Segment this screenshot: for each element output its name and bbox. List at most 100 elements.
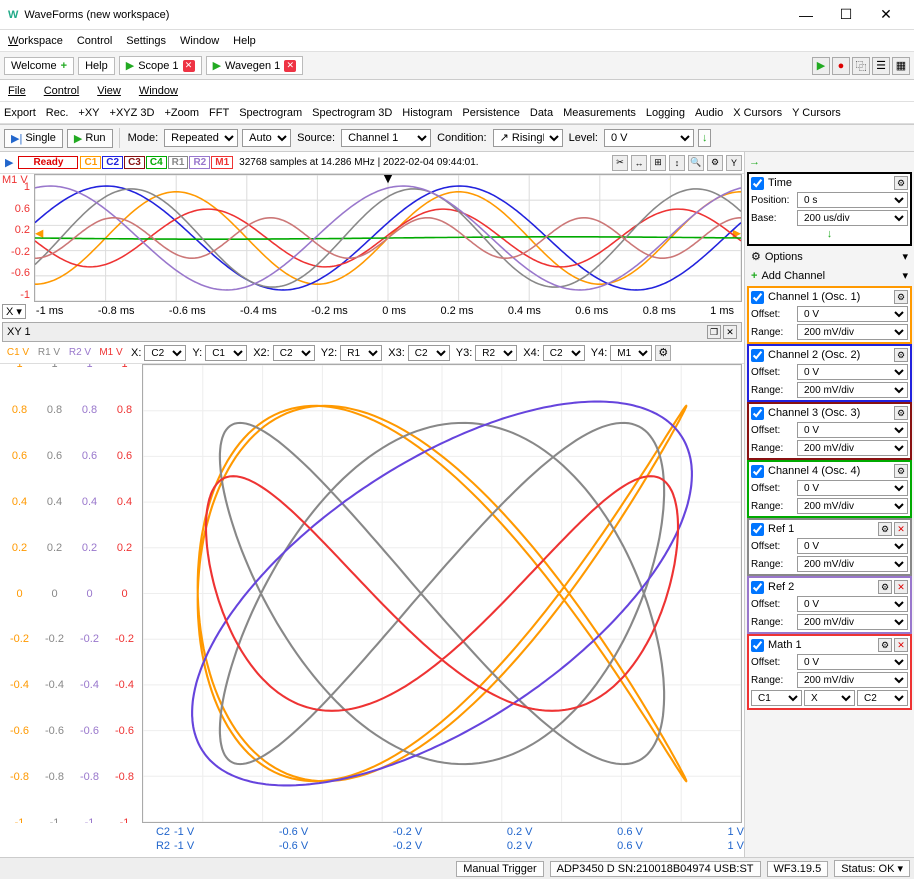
scope-plot[interactable] — [34, 174, 742, 302]
manual-trigger-button[interactable]: Manual Trigger — [456, 861, 543, 877]
c1-offset-select[interactable]: 0 V — [797, 306, 908, 322]
layout-button-3[interactable]: ▦ — [892, 57, 910, 75]
c4-checkbox[interactable] — [751, 465, 764, 478]
device-info[interactable]: ADP3450 D SN:210018B04974 USB:ST — [550, 861, 761, 877]
menu-settings[interactable]: Settings — [126, 35, 166, 47]
layout-button-2[interactable]: ☰ — [872, 57, 890, 75]
chip-m1[interactable]: M1 — [211, 156, 233, 169]
undock-icon[interactable]: ❐ — [707, 325, 721, 339]
condition-select[interactable]: ↗ RisingRising — [493, 129, 563, 147]
single-button[interactable]: ▶|Single — [4, 129, 63, 148]
close-button[interactable]: ✕ — [866, 6, 906, 23]
tool-rec[interactable]: Rec. — [46, 107, 69, 119]
xy-plot[interactable] — [142, 364, 742, 823]
r1-checkbox[interactable] — [751, 523, 764, 536]
c3-range-select[interactable]: 200 mV/div — [797, 440, 908, 456]
c4-range-select[interactable]: 200 mV/div — [797, 498, 908, 514]
tab-help[interactable]: Help — [78, 57, 115, 75]
level-select[interactable]: 0 V — [604, 129, 694, 147]
math-op[interactable]: X — [804, 690, 855, 706]
xy-x2-select[interactable]: C2 — [273, 345, 315, 361]
tool-icon-2[interactable]: ↔ — [631, 155, 647, 171]
r2-offset-select[interactable]: 0 V — [797, 596, 908, 612]
tool-audio[interactable]: Audio — [695, 107, 723, 119]
gear-icon[interactable]: ⚙ — [878, 638, 892, 652]
tool-measurements[interactable]: Measurements — [563, 107, 636, 119]
run-all-button[interactable]: ▶ — [812, 57, 830, 75]
close-icon[interactable]: ✕ — [894, 580, 908, 594]
tool-spectrogram3d[interactable]: Spectrogram 3D — [312, 107, 392, 119]
tool-logging[interactable]: Logging — [646, 107, 685, 119]
gear-icon[interactable]: ⚙ — [894, 406, 908, 420]
tool-export[interactable]: Export — [4, 107, 36, 119]
menu-control[interactable]: Control — [77, 35, 112, 47]
r1-range-select[interactable]: 200 mV/div — [797, 556, 908, 572]
chip-c1[interactable]: C1 — [80, 156, 101, 169]
y-toggle[interactable]: Y — [726, 155, 742, 171]
tool-data[interactable]: Data — [530, 107, 553, 119]
gear-icon[interactable]: ⚙ — [655, 345, 671, 361]
stop-all-button[interactable]: ● — [832, 57, 850, 75]
tool-histogram[interactable]: Histogram — [402, 107, 452, 119]
x-button[interactable]: X ▾ — [2, 304, 26, 319]
chip-r2[interactable]: R2 — [189, 156, 210, 169]
r1-offset-select[interactable]: 0 V — [797, 538, 908, 554]
down-arrow-icon[interactable]: ↓ — [751, 226, 908, 242]
math-op1[interactable]: C1 — [751, 690, 802, 706]
menu-window-2[interactable]: Window — [139, 85, 178, 97]
xy-x3-select[interactable]: C2 — [408, 345, 450, 361]
chip-c3[interactable]: C3 — [124, 156, 145, 169]
tool-spectrogram[interactable]: Spectrogram — [239, 107, 302, 119]
gear-icon[interactable]: ⚙ — [894, 176, 908, 190]
menu-file[interactable]: File — [8, 85, 26, 97]
maximize-button[interactable]: ☐ — [826, 6, 866, 23]
tool-persistence[interactable]: Persistence — [462, 107, 519, 119]
tool-ycursors[interactable]: Y Cursors — [792, 107, 841, 119]
minimize-button[interactable]: — — [786, 7, 826, 23]
tab-welcome[interactable]: Welcome+ — [4, 57, 74, 75]
tool-xy[interactable]: +XY — [78, 107, 99, 119]
c1-checkbox[interactable] — [751, 291, 764, 304]
chip-r1[interactable]: R1 — [168, 156, 189, 169]
mode-select[interactable]: Repeated — [164, 129, 238, 147]
chip-c4[interactable]: C4 — [146, 156, 167, 169]
xy-y-select[interactable]: C1 — [205, 345, 247, 361]
close-icon[interactable]: ✕ — [894, 638, 908, 652]
c2-checkbox[interactable] — [751, 349, 764, 362]
c2-range-select[interactable]: 200 mV/div — [797, 382, 908, 398]
run-button[interactable]: ▶Run — [67, 129, 113, 148]
tool-icon-1[interactable]: ✂ — [612, 155, 628, 171]
gear-icon[interactable]: ⚙ — [894, 348, 908, 362]
r2-range-select[interactable]: 200 mV/div — [797, 614, 908, 630]
apply-button[interactable]: ↓ — [698, 129, 712, 147]
menu-workspace[interactable]: Workspace — [8, 35, 63, 47]
time-checkbox[interactable] — [751, 177, 764, 190]
gear-icon[interactable]: ⚙ — [894, 290, 908, 304]
menu-window[interactable]: Window — [180, 35, 219, 47]
tool-icon-4[interactable]: ↕ — [669, 155, 685, 171]
gear-icon[interactable]: ⚙ — [707, 155, 723, 171]
tool-fft[interactable]: FFT — [209, 107, 229, 119]
close-xy-icon[interactable]: ✕ — [723, 325, 737, 339]
menu-view[interactable]: View — [97, 85, 121, 97]
c3-offset-select[interactable]: 0 V — [797, 422, 908, 438]
c1-range-select[interactable]: 200 mV/div — [797, 324, 908, 340]
tool-icon-3[interactable]: ⊞ — [650, 155, 666, 171]
c4-offset-select[interactable]: 0 V — [797, 480, 908, 496]
tool-xyz[interactable]: +XYZ 3D — [110, 107, 155, 119]
c3-checkbox[interactable] — [751, 407, 764, 420]
layout-button-1[interactable]: ⿻ — [852, 57, 870, 75]
m1-checkbox[interactable] — [751, 639, 764, 652]
xy-y4-select[interactable]: M1 — [610, 345, 652, 361]
close-icon[interactable]: ✕ — [894, 522, 908, 536]
xy-y2-select[interactable]: R1 — [340, 345, 382, 361]
menu-help[interactable]: Help — [233, 35, 256, 47]
gear-icon[interactable]: ⚙ — [894, 464, 908, 478]
gear-icon[interactable]: ⚙ — [878, 522, 892, 536]
status-ok[interactable]: Status: OK ▾ — [834, 860, 910, 877]
xy-x-select[interactable]: C2 — [144, 345, 186, 361]
chip-c2[interactable]: C2 — [102, 156, 123, 169]
source-select[interactable]: Channel 1 — [341, 129, 431, 147]
trigger-select[interactable]: Auto — [242, 129, 291, 147]
close-icon[interactable]: ✕ — [284, 60, 296, 72]
